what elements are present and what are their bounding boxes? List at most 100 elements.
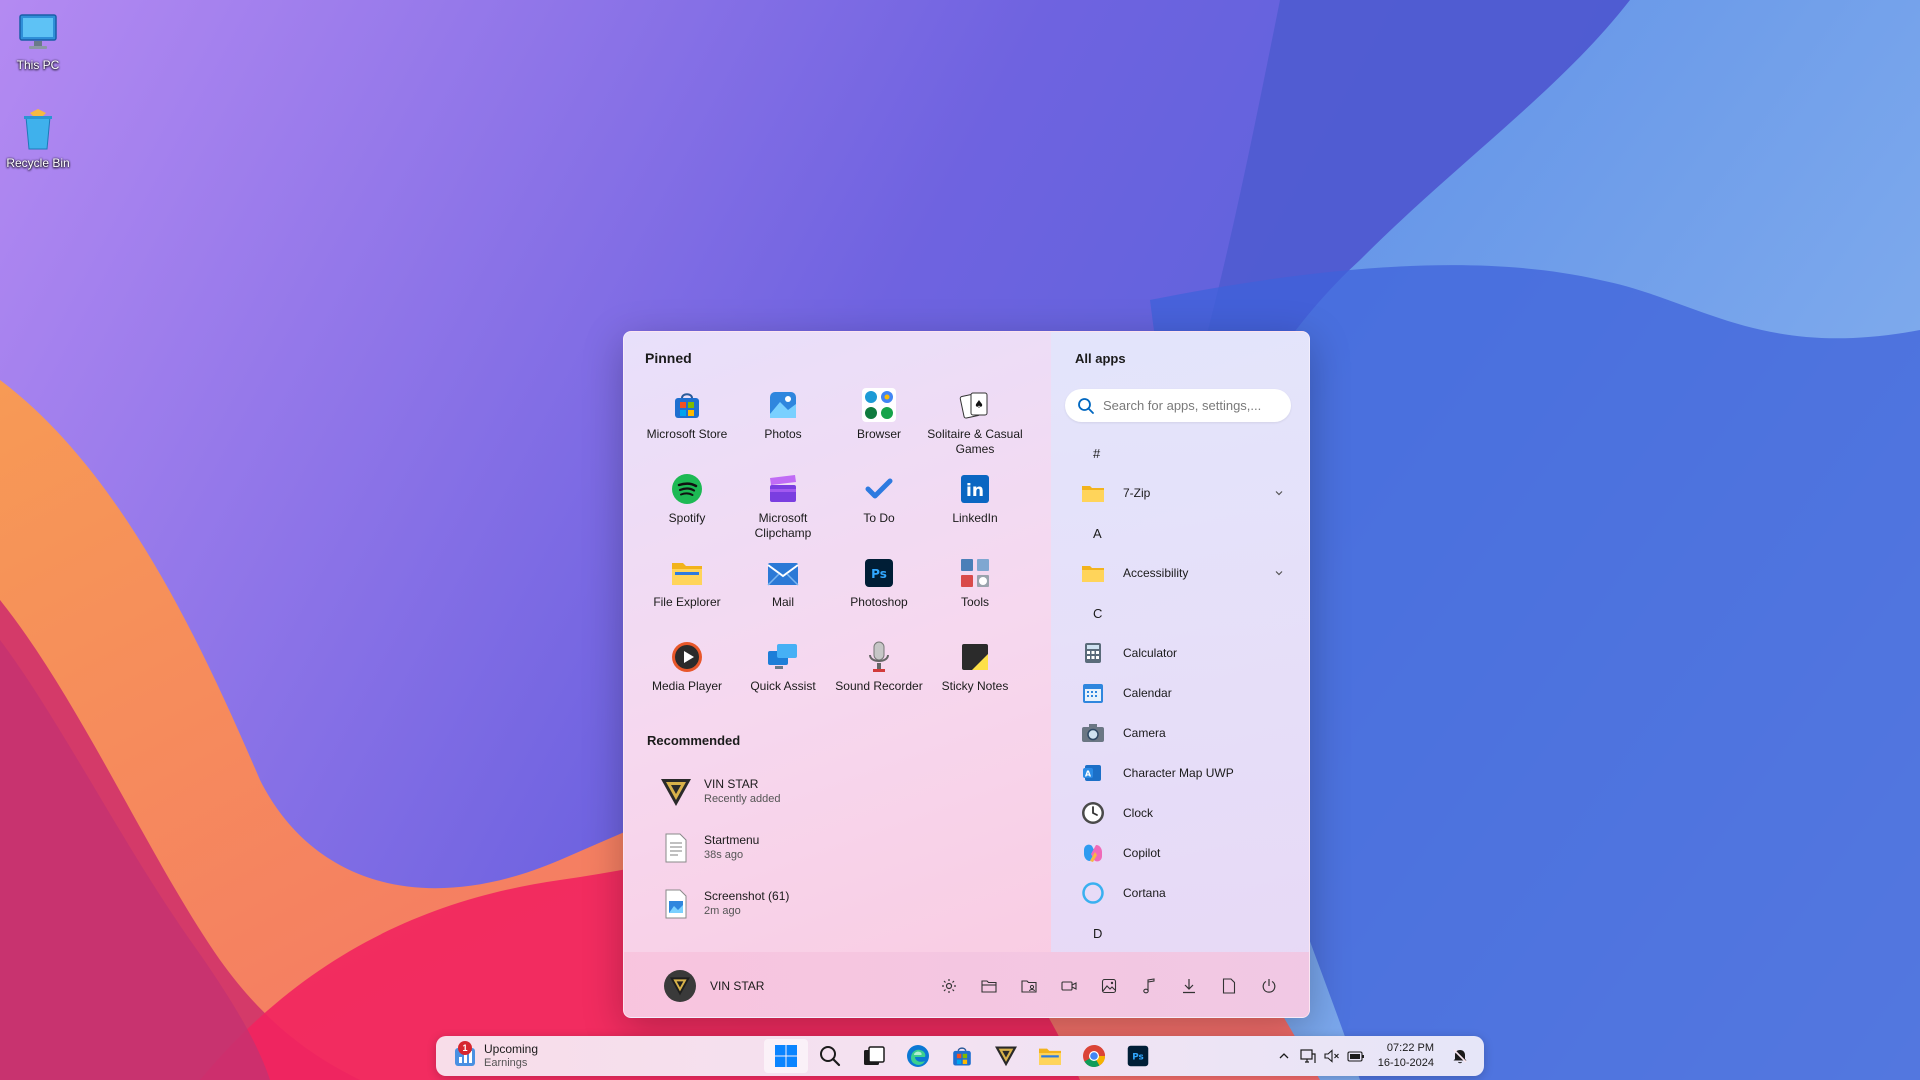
app-name: Calculator	[1123, 646, 1178, 660]
app-list-item-calculator[interactable]: Calculator	[1069, 633, 1291, 673]
user-account-button[interactable]: VIN STAR	[664, 966, 764, 1006]
recommended-item[interactable]: Startmenu 38s ago	[654, 820, 1034, 876]
chrome-icon[interactable]	[1072, 1039, 1116, 1073]
folder-icon[interactable]	[1028, 1039, 1072, 1073]
edge-icon[interactable]	[896, 1039, 940, 1073]
widgets-button[interactable]: 1 Upcoming Earnings	[454, 1040, 538, 1072]
desktop-icon-recycle-bin[interactable]: Recycle Bin	[0, 108, 76, 170]
copilot-icon	[1081, 841, 1105, 865]
app-search-box[interactable]	[1065, 389, 1291, 422]
pinned-label: Solitaire & Casual Games	[927, 427, 1023, 456]
widget-earnings-icon: 1	[454, 1041, 476, 1067]
pinned-label: Microsoft Store	[646, 427, 728, 441]
sticky-notes-icon	[958, 640, 992, 674]
app-list-item-7zip[interactable]: 7-Zip	[1069, 473, 1291, 513]
recommended-name: Screenshot (61)	[704, 889, 790, 903]
pinned-media-player[interactable]: Media Player	[639, 638, 735, 722]
app-name: Character Map UWP	[1123, 766, 1234, 780]
pinned-sticky-notes[interactable]: Sticky Notes	[927, 638, 1023, 722]
recycle-bin-icon	[16, 108, 60, 152]
power-icon[interactable]	[1249, 972, 1289, 1000]
file-icon[interactable]	[1209, 972, 1249, 1000]
pinned-sound-recorder[interactable]: Sound Recorder	[831, 638, 927, 722]
app-name: Camera	[1123, 726, 1166, 740]
letter-header[interactable]: C	[1069, 593, 1291, 633]
settings-icon[interactable]	[929, 972, 969, 1000]
store-icon	[670, 388, 704, 422]
search-input[interactable]	[1103, 398, 1283, 413]
letter-header[interactable]: A	[1069, 513, 1291, 553]
letter-header[interactable]: #	[1069, 433, 1291, 473]
avatar	[664, 970, 696, 1002]
pinned-spotify[interactable]: Spotify	[639, 470, 735, 554]
photoshop-icon: Ps	[862, 556, 896, 590]
pinned-photoshop[interactable]: Ps Photoshop	[831, 554, 927, 638]
downloads-icon[interactable]	[1169, 972, 1209, 1000]
chevron-up-icon[interactable]	[1272, 1044, 1296, 1068]
pinned-label: Sound Recorder	[835, 679, 923, 693]
folder-icon	[1081, 481, 1105, 505]
pinned-microsoft-store[interactable]: Microsoft Store	[639, 386, 735, 470]
battery-icon[interactable]	[1344, 1044, 1368, 1068]
clock-display[interactable]: 07:22 PM 16-10-2024	[1378, 1041, 1434, 1071]
notification-badge: 1	[458, 1041, 472, 1055]
date-label: 16-10-2024	[1377, 1057, 1434, 1069]
music-icon[interactable]	[1129, 972, 1169, 1000]
task-view-icon[interactable]	[852, 1039, 896, 1073]
pinned-clipchamp[interactable]: Microsoft Clipchamp	[735, 470, 831, 554]
mail-icon	[766, 556, 800, 590]
recommended-title: Recommended	[647, 733, 741, 748]
widget-subtitle: Earnings	[484, 1057, 528, 1069]
app-list-item-copilot[interactable]: Copilot	[1069, 833, 1291, 873]
chevron-down-icon[interactable]	[1273, 567, 1285, 579]
pinned-quick-assist[interactable]: Quick Assist	[735, 638, 831, 722]
pinned-mail[interactable]: Mail	[735, 554, 831, 638]
user-name: VIN STAR	[710, 979, 765, 993]
pinned-browser[interactable]: Browser	[831, 386, 927, 470]
network-icon[interactable]	[1296, 1044, 1320, 1068]
pinned-photos[interactable]: Photos	[735, 386, 831, 470]
store-icon[interactable]	[940, 1039, 984, 1073]
pinned-file-explorer[interactable]: File Explorer	[639, 554, 735, 638]
desktop-icon-label: Recycle Bin	[6, 156, 70, 170]
browser-icon	[862, 388, 896, 422]
app-list-item-calendar[interactable]: Calendar	[1069, 673, 1291, 713]
pinned-to-do[interactable]: To Do	[831, 470, 927, 554]
vinstar-logo-icon[interactable]	[984, 1039, 1028, 1073]
start-icon[interactable]	[764, 1039, 808, 1073]
notification-bell-icon[interactable]	[1448, 1044, 1472, 1068]
pinned-linkedin[interactable]: in LinkedIn	[927, 470, 1023, 554]
chevron-down-icon[interactable]	[1273, 487, 1285, 499]
svg-text:in: in	[966, 481, 984, 501]
app-name: Clock	[1123, 806, 1154, 820]
app-list-item-clock[interactable]: Clock	[1069, 793, 1291, 833]
pinned-solitaire[interactable]: ♠ Solitaire & Casual Games	[927, 386, 1023, 470]
app-list-item-camera[interactable]: Camera	[1069, 713, 1291, 753]
recommended-list: VIN STAR Recently added Startmenu 38s ag…	[654, 764, 1034, 932]
recommended-item[interactable]: Screenshot (61) 2m ago	[654, 876, 1034, 932]
recommended-subtitle: 38s ago	[704, 849, 744, 861]
widget-title: Upcoming	[484, 1042, 539, 1056]
videos-icon[interactable]	[1049, 972, 1089, 1000]
pinned-tools[interactable]: Tools	[927, 554, 1023, 638]
clock-icon	[1081, 801, 1105, 825]
pictures-icon[interactable]	[1089, 972, 1129, 1000]
personal-folder-icon[interactable]	[1009, 972, 1049, 1000]
documents-icon[interactable]	[969, 972, 1009, 1000]
photoshop-icon[interactable]: Ps	[1116, 1039, 1160, 1073]
start-menu-left-pane: Pinned Microsoft Store Photos Browser ♠ …	[624, 332, 1051, 952]
app-list-item-accessibility[interactable]: Accessibility	[1069, 553, 1291, 593]
app-list-item-character-map[interactable]: A Character Map UWP	[1069, 753, 1291, 793]
pinned-label: Photos	[764, 427, 802, 441]
desktop-icon-this-pc[interactable]: This PC	[0, 10, 76, 72]
all-apps-list: # 7-Zip A Accessibility C Calculator Cal…	[1069, 433, 1291, 953]
pinned-label: Spotify	[668, 511, 706, 525]
all-apps-title[interactable]: All apps	[1075, 351, 1126, 366]
letter-header[interactable]: D	[1069, 913, 1291, 953]
app-name: Cortana	[1123, 886, 1166, 900]
app-list-item-cortana[interactable]: Cortana	[1069, 873, 1291, 913]
svg-text:♠: ♠	[974, 398, 984, 411]
volume-muted-icon[interactable]	[1320, 1044, 1344, 1068]
search-icon[interactable]	[808, 1039, 852, 1073]
recommended-item[interactable]: VIN STAR Recently added	[654, 764, 1034, 820]
